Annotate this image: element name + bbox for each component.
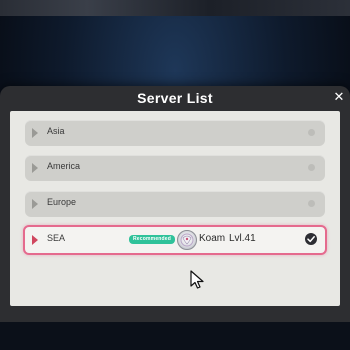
- server-list-dialog: Server List ✕ Asia America Europe SEA Re…: [0, 86, 350, 322]
- play-arrow-icon: [32, 163, 38, 173]
- mouse-cursor-icon: [190, 270, 206, 290]
- server-row-asia[interactable]: Asia: [25, 120, 325, 146]
- play-arrow-icon: [32, 235, 38, 245]
- server-name: SEA: [47, 233, 66, 243]
- player-level: Lvl.41: [229, 233, 256, 244]
- server-row-america[interactable]: America: [25, 155, 325, 181]
- checkmark-icon: [305, 233, 317, 245]
- server-row-sea[interactable]: SEA Recommended Koam Lvl.41: [23, 225, 327, 255]
- dialog-title: Server List: [137, 90, 213, 106]
- top-strip: [0, 0, 350, 16]
- close-icon[interactable]: ✕: [332, 90, 346, 104]
- player-avatar: [177, 230, 197, 250]
- status-dot-icon: [308, 200, 315, 207]
- play-arrow-icon: [32, 128, 38, 138]
- status-dot-icon: [308, 164, 315, 171]
- server-name: Asia: [47, 126, 65, 136]
- server-row-europe[interactable]: Europe: [25, 191, 325, 217]
- bottom-bar: [0, 322, 350, 350]
- server-name: America: [47, 161, 81, 171]
- server-name: Europe: [47, 197, 77, 207]
- server-list-panel: Asia America Europe SEA Recommended Koam…: [10, 111, 340, 306]
- play-arrow-icon: [32, 199, 38, 209]
- player-name: Koam: [199, 233, 226, 244]
- recommended-badge: Recommended: [129, 235, 176, 244]
- status-dot-icon: [308, 129, 315, 136]
